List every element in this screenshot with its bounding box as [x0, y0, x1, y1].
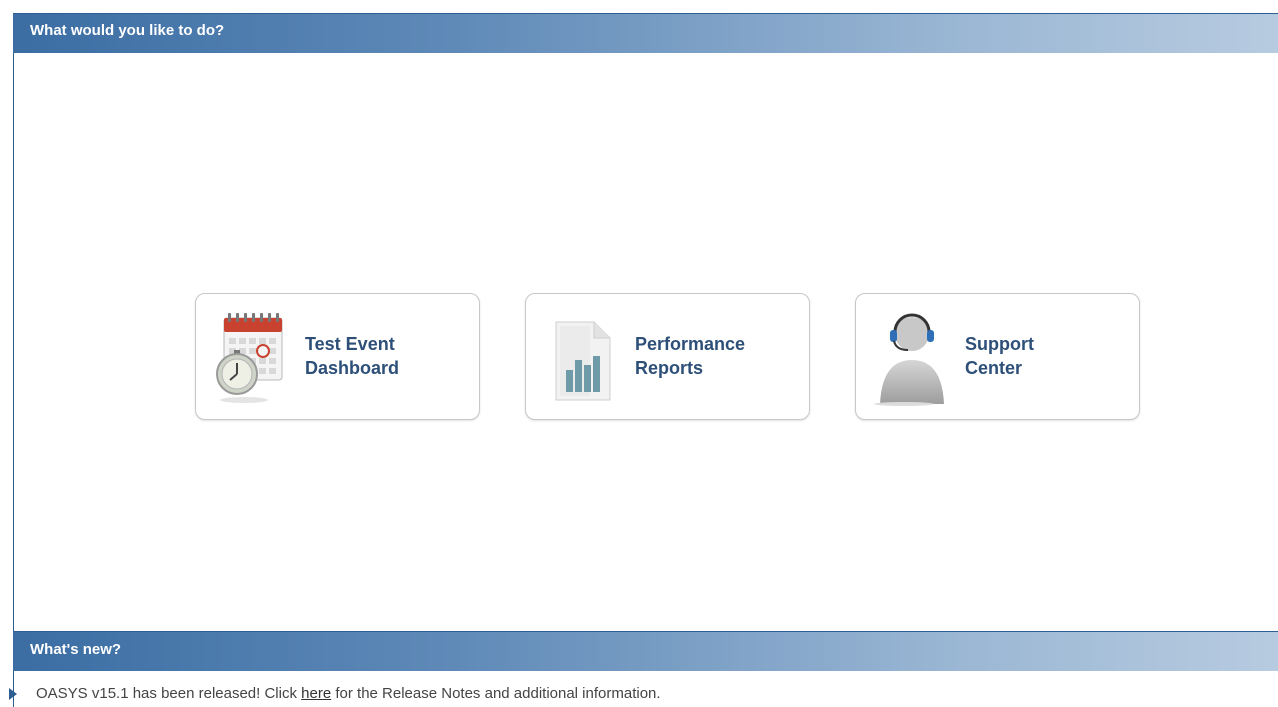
release-notes-link[interactable]: here	[301, 685, 331, 702]
test-event-dashboard-label-line2: Dashboard	[305, 358, 400, 378]
todo-panel-body: Test Event Dashboard Performance Reports…	[13, 53, 1278, 632]
bar-chart-document-icon	[544, 308, 620, 406]
support-center-label-line2: Center	[965, 358, 1023, 378]
news-item-text-before: OASYS v15.1 has been released! Click	[36, 685, 302, 702]
support-center-button[interactable]: Support Center	[855, 293, 1140, 420]
performance-reports-label-line1: Performance	[635, 334, 746, 354]
performance-reports-label-line2: Reports	[635, 358, 704, 378]
support-center-label-line1: Support	[965, 334, 1034, 354]
support-center-label: Support Center	[965, 332, 1135, 380]
todo-panel-header: What would you like to do?	[13, 13, 1278, 53]
test-event-dashboard-button[interactable]: Test Event Dashboard	[195, 293, 480, 420]
triangle-right-icon	[9, 688, 17, 700]
performance-reports-button[interactable]: Performance Reports	[525, 293, 810, 420]
whats-new-body: OASYS v15.1 has been released! Click her…	[9, 671, 1278, 707]
news-item-text: OASYS v15.1 has been released! Click her…	[36, 685, 661, 702]
whats-new-panel: What's new? OASYS v15.1 has been release…	[9, 631, 1278, 707]
calendar-stopwatch-icon	[214, 308, 290, 406]
performance-reports-label: Performance Reports	[635, 332, 805, 380]
headset-person-icon	[874, 308, 950, 406]
test-event-dashboard-label: Test Event Dashboard	[305, 332, 475, 380]
home-page: What would you like to do? Test Event Da…	[0, 0, 1278, 707]
whats-new-header: What's new?	[13, 631, 1278, 671]
news-item-text-after: for the Release Notes and additional inf…	[331, 685, 661, 702]
todo-panel: What would you like to do? Test Event Da…	[13, 13, 1278, 632]
test-event-dashboard-label-line1: Test Event	[305, 334, 395, 354]
